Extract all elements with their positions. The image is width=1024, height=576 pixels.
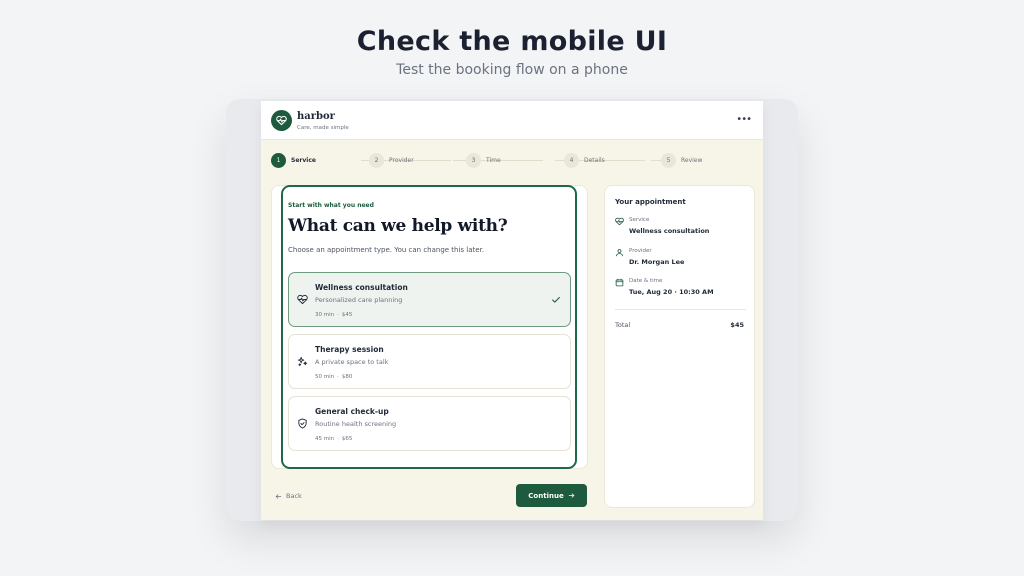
option-title: General check-up [315,407,389,416]
summary-label: Date & time [629,278,663,284]
appointment-summary: Your appointment Service Wellness consul… [604,185,755,508]
option-subtitle: Personalized care planning [315,296,403,304]
arrow-left-icon [275,493,282,499]
summary-value: Dr. Morgan Lee [629,258,685,266]
option-wellness-consultation[interactable]: Wellness consultation Personalized care … [288,272,571,327]
step-number: 2 [369,152,384,168]
total-value: $45 [730,321,744,329]
brand-logo[interactable] [271,110,292,131]
step-label: Review [681,156,703,164]
shield-check-icon [298,418,307,429]
option-price: $45 [341,312,353,318]
step-review[interactable]: 5 Review [661,152,702,168]
step-time[interactable]: 3 Time [466,152,501,168]
option-meta: 45 min · $65 [315,436,353,442]
brand-tagline: Care, made simple [297,125,349,131]
summary-value: Tue, Aug 20 · 10:30 AM [629,288,714,296]
heart-pulse-icon [297,294,308,305]
option-subtitle: Routine health screening [315,420,397,428]
total-label: Total [615,321,631,329]
summary-divider [615,309,746,310]
step-number: 1 [271,152,286,168]
summary-label: Provider [629,248,652,254]
heart-pulse-icon [276,115,287,126]
page-subheadline: Test the booking flow on a phone [396,62,628,78]
page-headline: Check the mobile UI [356,26,668,57]
sparkles-icon [297,356,308,367]
calendar-icon [615,278,624,287]
progress-stepper: 1 Service 2 Provider 3 Time 4 Details 5 … [271,152,753,168]
summary-title: Your appointment [615,198,686,206]
section-eyebrow: Start with what you need [288,202,374,209]
step-number: 5 [661,152,676,168]
app-header: harbor Care, made simple ••• [261,101,763,140]
page-description: Choose an appointment type. You can chan… [288,246,485,254]
option-title: Therapy session [315,345,384,354]
more-horizontal-icon[interactable]: ••• [736,114,752,125]
heart-pulse-icon [615,217,624,226]
step-label: Details [584,156,605,164]
continue-button[interactable]: Continue [516,484,587,507]
page-title: What can we help with? [288,216,508,236]
option-general-check-up[interactable]: General check-up Routine health screenin… [288,396,571,451]
booking-app: harbor Care, made simple ••• 1 Service 2… [261,101,763,520]
step-label: Provider [389,156,414,164]
option-therapy-session[interactable]: Therapy session A private space to talk … [288,334,571,389]
step-label: Time [486,156,501,164]
option-duration: 50 min [315,374,335,380]
step-connector [651,160,661,161]
option-duration: 45 min [315,436,335,442]
step-provider[interactable]: 2 Provider [369,152,414,168]
back-button[interactable]: Back [275,492,302,500]
brand-name: harbor [297,111,335,122]
option-subtitle: A private space to talk [315,358,389,366]
option-duration: 30 min [315,312,335,318]
option-title: Wellness consultation [315,283,408,292]
continue-label: Continue [528,491,564,500]
step-service[interactable]: 1 Service [271,152,316,168]
arrow-right-icon [568,493,574,498]
option-meta: 50 min · $80 [315,374,353,380]
option-meta: 30 min · $45 [315,312,353,318]
step-number: 4 [564,152,579,168]
check-icon [552,296,560,303]
option-price: $80 [341,374,353,380]
step-number: 3 [466,152,481,168]
step-details[interactable]: 4 Details [564,152,605,168]
summary-value: Wellness consultation [629,227,710,235]
user-icon [616,249,623,257]
step-label: Service [291,156,316,164]
summary-label: Service [629,217,650,223]
back-label: Back [286,492,302,500]
option-price: $65 [341,436,353,442]
